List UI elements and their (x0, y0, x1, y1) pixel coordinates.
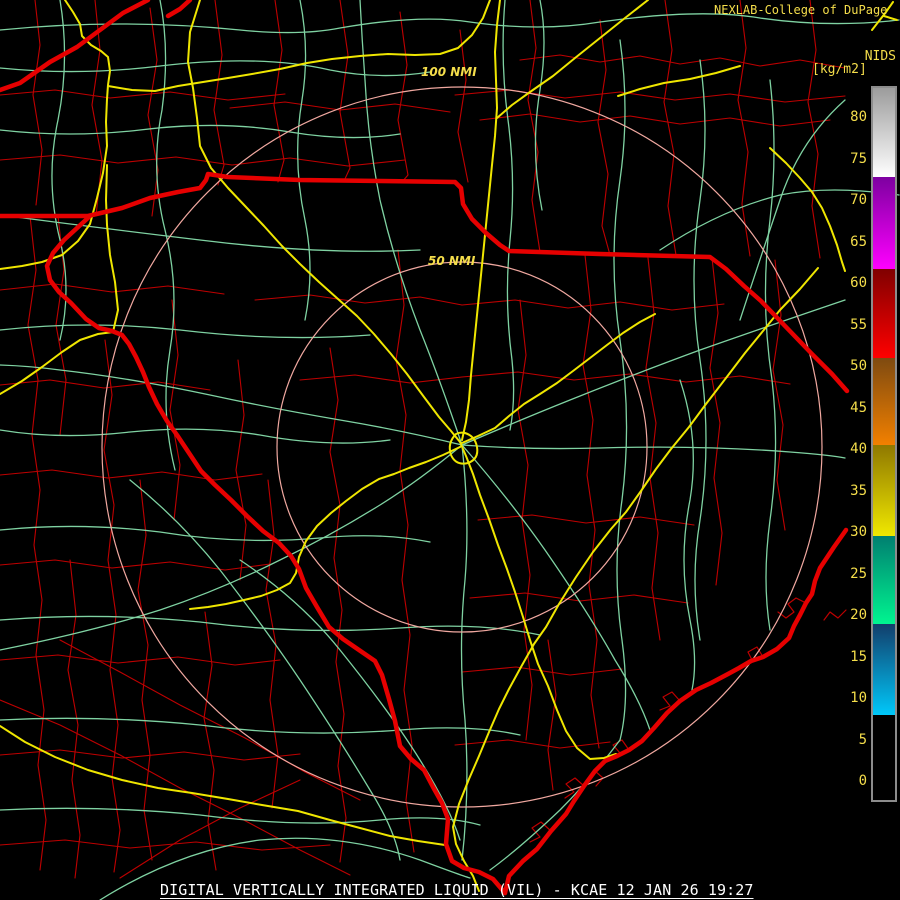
county-borders-path (147, 7, 159, 217)
colorbar-tick-25: 25 (850, 566, 867, 582)
colorbar-tick-45: 45 (850, 400, 867, 416)
county-borders-path (137, 479, 153, 861)
county-borders-path (229, 101, 451, 113)
county-borders-path (0, 839, 331, 851)
interstates-path (187, 0, 617, 760)
colorbar-tick-20: 20 (850, 607, 867, 623)
county-borders-path (547, 639, 557, 791)
county-borders-path (663, 0, 677, 256)
colorbar-tick-10: 10 (850, 690, 867, 706)
county-borders-path (0, 559, 271, 571)
county-borders-path (519, 54, 846, 69)
county-borders-path (27, 215, 47, 871)
roads-path (129, 479, 401, 861)
brand-text: NEXLAB-College of DuPage (714, 3, 888, 17)
roads-path (0, 214, 421, 252)
radar-viewer: 100 NMI 50 NMI NEXLAB-College of DuPage … (0, 0, 900, 900)
roads-path (461, 444, 846, 459)
county-borders-path (169, 299, 181, 521)
colorbar-tick-5: 5 (858, 732, 867, 748)
roads-path (613, 39, 628, 741)
shore-detail-layer (529, 597, 847, 843)
colorbar-tick-60: 60 (850, 275, 867, 291)
county-borders-path (461, 299, 725, 311)
county-borders-path (597, 19, 611, 256)
roads-path (679, 379, 696, 691)
county-borders-path (457, 29, 469, 183)
colorbar-tick-35: 35 (850, 483, 867, 499)
county-borders-path (203, 611, 217, 871)
interstates-path (0, 725, 446, 846)
county-borders-path (582, 254, 600, 749)
roads-path (764, 79, 777, 631)
county-borders-path (0, 699, 351, 876)
colorbar-tick-55: 55 (850, 317, 867, 333)
colorbar-gradient (873, 88, 895, 800)
county-borders-path (0, 469, 263, 481)
county-borders-path (254, 294, 463, 306)
radar-map-canvas[interactable] (0, 0, 900, 900)
county-borders-path (103, 339, 121, 873)
colorbar-tick-80: 80 (850, 109, 867, 125)
colorbar-tick-15: 15 (850, 649, 867, 665)
range-ring-label-100nmi: 100 NMI (421, 65, 477, 79)
county-borders-path (454, 739, 611, 749)
colorbar-tick-40: 40 (850, 441, 867, 457)
roads-path (534, 0, 545, 211)
state-borders-path (0, 171, 850, 394)
roads-path (0, 364, 463, 446)
interstates-layer (0, 0, 898, 892)
county-borders-path (0, 654, 281, 666)
interstates-path (769, 147, 846, 272)
roads-path (489, 739, 621, 871)
county-borders-path (0, 89, 286, 101)
county-borders-path (477, 514, 695, 526)
colorbar-tick-70: 70 (850, 192, 867, 208)
roads-path (0, 444, 463, 651)
county-borders-path (0, 154, 406, 167)
county-borders-path (397, 11, 409, 183)
range-ring-label-50nmi: 50 NMI (428, 254, 476, 268)
county-borders-path (709, 257, 723, 586)
county-borders-path (527, 0, 541, 253)
colorbar-tick-30: 30 (850, 524, 867, 540)
county-borders-path (454, 89, 846, 103)
county-borders-path (273, 0, 285, 183)
county-borders-path (32, 0, 43, 206)
roads-path (0, 124, 401, 139)
roads-path (502, 0, 515, 431)
roads-path (739, 99, 846, 321)
interstates-path (452, 267, 819, 892)
colorbar-tick-0: 0 (858, 773, 867, 789)
interstates-path (617, 65, 741, 97)
product-title: DIGITAL VERTICALLY INTEGRATED LIQUID (VI… (160, 881, 754, 899)
colorbar-units-label: [kg/m2] (812, 62, 867, 77)
county-borders-path (517, 299, 533, 741)
colorbar-tick-50: 50 (850, 358, 867, 374)
county-borders-path (235, 359, 247, 581)
state-borders-path (165, 0, 193, 19)
county-borders-path (265, 479, 279, 809)
roads-path (0, 525, 431, 543)
colorbar (871, 86, 897, 802)
roads-path (461, 444, 651, 731)
county-borders-path (772, 259, 786, 531)
interstates-path (0, 164, 119, 395)
colorbar-tick-65: 65 (850, 234, 867, 250)
colorbar-tick-75: 75 (850, 151, 867, 167)
interstates-path (189, 446, 461, 610)
